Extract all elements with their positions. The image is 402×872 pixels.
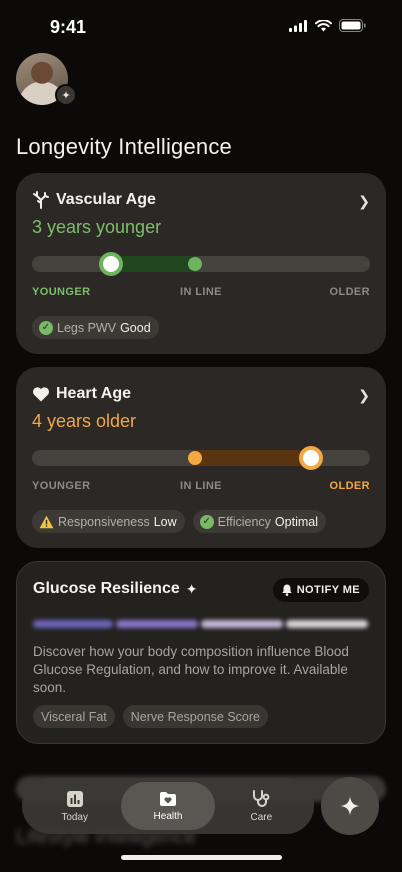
glucose-tags: Visceral Fat Nerve Response Score <box>33 705 268 728</box>
glucose-description: Discover how your body composition influ… <box>33 644 349 695</box>
status-icons <box>289 19 366 32</box>
chip-label: Legs PWV <box>57 320 117 335</box>
sparkle-icon: ✦ <box>185 580 198 597</box>
tab-label: Care <box>250 811 273 823</box>
status-bar: 9:41 <box>0 0 402 54</box>
tab-today[interactable]: Today <box>28 782 121 830</box>
card-title: Vascular Age <box>56 191 156 208</box>
scale-label-older: OLDER <box>329 480 370 492</box>
blurred-preview-bar <box>33 620 371 628</box>
scale-label-younger: YOUNGER <box>32 480 91 492</box>
cellular-signal-icon <box>289 19 307 32</box>
sparkle-icon[interactable]: ✦ <box>55 84 77 106</box>
heart-icon <box>33 387 49 402</box>
chart-icon <box>66 790 83 807</box>
heart-age-result: 4 years older <box>32 411 137 431</box>
tab-label: Today <box>61 811 88 823</box>
metric-chips: Responsiveness Low ✓ Efficiency Optimal <box>32 510 326 533</box>
vascular-age-result: 3 years younger <box>32 217 162 237</box>
tag-visceral-fat: Visceral Fat <box>33 705 115 728</box>
chip-value: Optimal <box>274 514 318 529</box>
stethoscope-icon <box>253 789 270 807</box>
vascular-age-scale <box>32 252 370 276</box>
vascular-age-card[interactable]: Vascular Age ❯ 3 years younger YOUNGER I… <box>16 173 386 354</box>
chevron-right-icon[interactable]: ❯ <box>358 387 370 404</box>
tab-bar: Today Health Care <box>22 778 314 834</box>
card-header: Glucose Resilience ✦ <box>33 580 197 598</box>
chip-label: Responsiveness <box>58 514 150 529</box>
tab-label: Health <box>153 810 183 822</box>
tab-care[interactable]: Care <box>215 782 308 830</box>
current-value-marker <box>99 252 123 276</box>
wifi-icon <box>315 19 332 31</box>
page-title: Longevity Intelligence <box>16 134 232 159</box>
range-fill <box>194 450 312 466</box>
card-header: Vascular Age <box>32 191 156 209</box>
check-icon: ✓ <box>199 514 214 529</box>
expected-value-marker <box>188 257 202 271</box>
scale-label-older: OLDER <box>329 286 370 298</box>
battery-icon <box>339 19 366 32</box>
home-indicator <box>121 855 282 860</box>
notify-label: NOTIFY ME <box>296 584 360 596</box>
warning-icon <box>39 515 54 528</box>
notify-me-button[interactable]: NOTIFY ME <box>272 578 369 602</box>
expected-value-marker <box>188 451 202 465</box>
metric-chips: ✓ Legs PWV Good <box>32 316 159 339</box>
chip-value: Good <box>120 320 151 335</box>
metric-chip: ✓ Efficiency Optimal <box>192 510 326 533</box>
metric-chip: ✓ Legs PWV Good <box>32 316 159 339</box>
chevron-right-icon[interactable]: ❯ <box>358 193 370 210</box>
metric-chip: Responsiveness Low <box>32 510 185 533</box>
scale-label-inline: IN LINE <box>180 286 222 298</box>
vessel-icon <box>33 191 49 209</box>
ai-assistant-button[interactable] <box>321 777 379 835</box>
scale-label-younger: YOUNGER <box>32 286 91 298</box>
card-header: Heart Age <box>32 385 131 403</box>
heart-age-scale <box>32 446 370 470</box>
heart-folder-icon <box>159 791 176 806</box>
card-title: Heart Age <box>56 385 131 402</box>
tab-health[interactable]: Health <box>121 782 215 830</box>
chip-value: Low <box>153 514 177 529</box>
current-value-marker <box>299 446 323 470</box>
card-title: Glucose Resilience <box>33 580 180 597</box>
status-time: 9:41 <box>50 17 87 37</box>
glucose-resilience-card: Glucose Resilience ✦ NOTIFY ME Discover … <box>16 561 386 744</box>
heart-age-card[interactable]: Heart Age ❯ 4 years older YOUNGER IN LIN… <box>16 367 386 548</box>
chip-label: Efficiency <box>217 514 271 529</box>
bell-icon <box>282 584 292 596</box>
check-icon: ✓ <box>39 320 53 335</box>
scale-label-inline: IN LINE <box>180 480 222 492</box>
tag-nerve-response: Nerve Response Score <box>122 705 268 728</box>
sparkle-icon <box>340 796 360 816</box>
